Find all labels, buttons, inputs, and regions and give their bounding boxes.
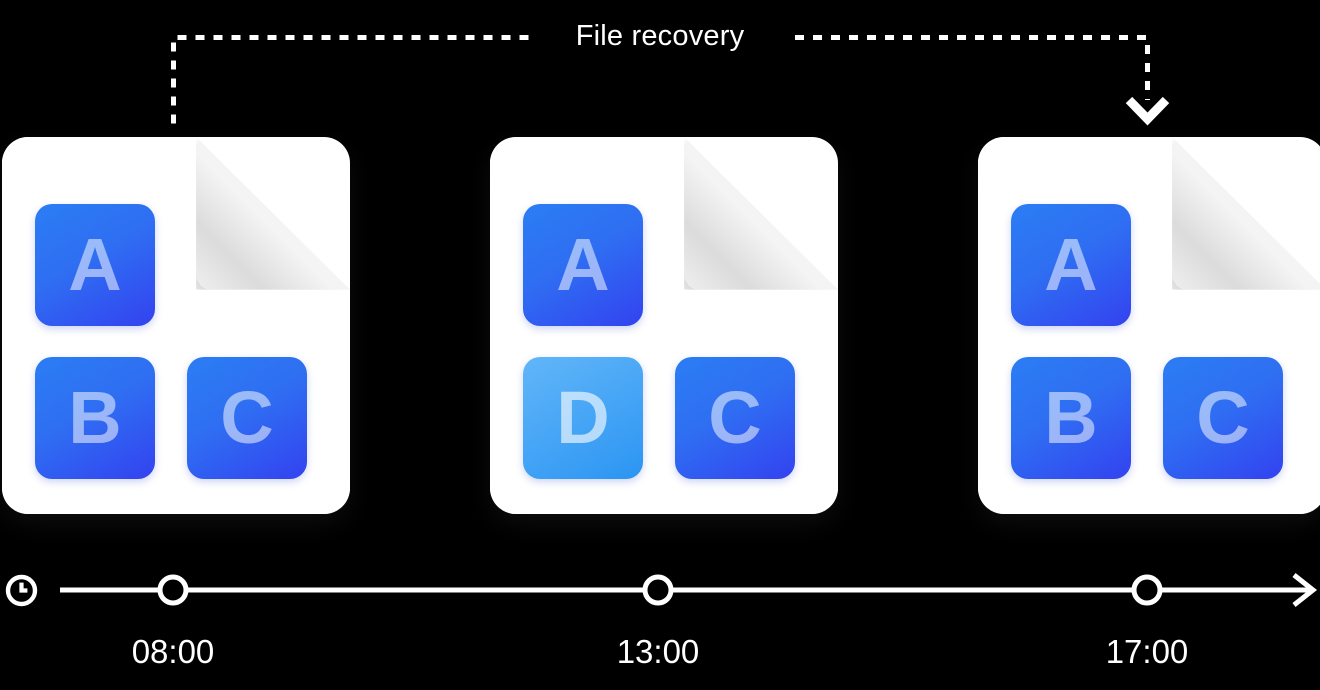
file-tile-letter: C bbox=[708, 376, 762, 459]
file-tile-letter: A bbox=[68, 223, 122, 306]
timeline-label-1300: 13:00 bbox=[616, 633, 700, 670]
file-tile-a: A bbox=[1011, 204, 1131, 326]
file-tile-letter: A bbox=[556, 223, 610, 306]
timeline-node-1700[interactable] bbox=[1131, 574, 1163, 606]
file-tile-b-modified: D bbox=[523, 357, 643, 479]
file-tile-c: C bbox=[187, 357, 307, 479]
file-tile-a: A bbox=[35, 204, 155, 326]
file-tile-letter: B bbox=[1044, 376, 1098, 459]
page-fold-corner bbox=[1172, 137, 1320, 290]
file-tile-letter: C bbox=[220, 376, 274, 459]
file-card-1300[interactable]: A D C bbox=[490, 137, 838, 514]
file-tile-letter: C bbox=[1196, 376, 1250, 459]
timeline-node-0800[interactable] bbox=[157, 574, 189, 606]
file-recovery-label: File recovery bbox=[575, 20, 745, 52]
file-tile-letter: D bbox=[556, 376, 610, 459]
connector-arrowhead-icon bbox=[1125, 96, 1170, 126]
file-tile-letter: A bbox=[1044, 223, 1098, 306]
file-tile-b: B bbox=[1011, 357, 1131, 479]
diagram-canvas: File recovery A B C A D C A B C 08:00 13… bbox=[0, 0, 1320, 690]
file-card-1700[interactable]: A B C bbox=[978, 137, 1320, 514]
file-tile-b: B bbox=[35, 357, 155, 479]
timeline-label-1700: 17:00 bbox=[1105, 633, 1189, 670]
timeline-node-1300[interactable] bbox=[642, 574, 674, 606]
file-tile-letter: B bbox=[68, 376, 122, 459]
file-tile-a: A bbox=[523, 204, 643, 326]
timeline-label-0800: 08:00 bbox=[131, 633, 215, 670]
file-tile-c: C bbox=[1163, 357, 1283, 479]
file-card-0800[interactable]: A B C bbox=[2, 137, 350, 514]
file-tile-c: C bbox=[675, 357, 795, 479]
